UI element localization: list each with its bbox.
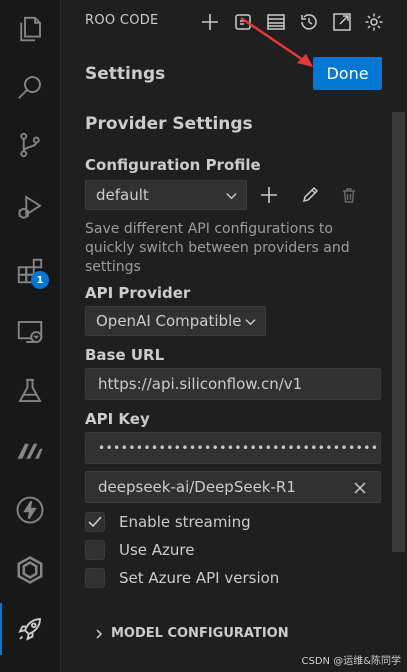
extensions-badge: 1 — [31, 271, 49, 289]
annotation-arrow — [240, 16, 313, 67]
close-icon[interactable] — [354, 482, 366, 494]
remote-explorer-button[interactable] — [0, 303, 60, 361]
m-logo-icon — [17, 443, 43, 459]
roo-code-panel: ROO CODE Settings Done Provider Settings… — [61, 0, 407, 672]
source-control-icon — [20, 132, 40, 158]
configuration-profile-label: Configuration Profile — [85, 156, 261, 174]
api-provider-label: API Provider — [85, 284, 191, 302]
settings-title: Settings — [85, 64, 166, 84]
scrollbar[interactable] — [392, 112, 405, 552]
plus-icon — [261, 187, 277, 203]
testing-button[interactable] — [0, 362, 60, 420]
run-debug-button[interactable] — [0, 178, 60, 236]
api-provider-select[interactable]: OpenAI Compatible — [85, 306, 266, 336]
rocket-icon — [18, 618, 41, 641]
api-key-input[interactable]: •••••••••••••••••••••••••••••••••••••• — [85, 432, 381, 464]
add-profile-button[interactable] — [257, 183, 281, 207]
rename-profile-button[interactable] — [298, 183, 322, 207]
model-configuration-toggle[interactable]: MODEL CONFIGURATION — [93, 626, 289, 641]
search-icon — [18, 76, 41, 99]
hexagon-icon — [17, 556, 43, 584]
azure-api-version-checkbox[interactable] — [85, 568, 105, 588]
m-extension-button[interactable] — [0, 421, 60, 479]
chevron-down-icon — [245, 319, 256, 326]
azure-api-version-option[interactable]: Set Azure API version — [85, 567, 279, 589]
enable-streaming-checkbox[interactable] — [85, 512, 105, 532]
plus-icon — [202, 14, 218, 30]
enable-streaming-label: Enable streaming — [119, 513, 251, 531]
chevron-right-icon — [96, 628, 103, 639]
model-configuration-label: MODEL CONFIGURATION — [111, 626, 289, 641]
configuration-profile-description: Save different API configurations to qui… — [85, 221, 350, 275]
run-debug-icon — [18, 195, 42, 219]
gear-icon — [365, 13, 383, 31]
api-key-label: API Key — [85, 410, 150, 428]
lightning-extension-button[interactable] — [0, 481, 60, 539]
configuration-profile-select[interactable]: default — [85, 180, 247, 210]
enable-streaming-option[interactable]: Enable streaming — [85, 511, 251, 533]
model-id-value: deepseek-ai/DeepSeek-R1 — [98, 478, 296, 496]
source-control-button[interactable] — [0, 116, 60, 174]
trash-icon — [343, 187, 355, 203]
checkmark-icon — [88, 516, 102, 528]
activity-bar: 1 — [0, 0, 61, 672]
settings-button[interactable] — [362, 10, 386, 34]
use-azure-checkbox[interactable] — [85, 540, 105, 560]
panel-title: ROO CODE — [85, 13, 159, 28]
pencil-icon — [302, 186, 319, 203]
hexagon-extension-button[interactable] — [0, 541, 60, 599]
watermark: CSDN @运维&陈同学 — [301, 656, 402, 667]
files-icon — [20, 16, 41, 42]
explorer-button[interactable] — [0, 0, 60, 58]
search-button[interactable] — [0, 58, 60, 116]
popout-button[interactable] — [330, 10, 354, 34]
lightning-icon — [16, 496, 44, 524]
extensions-button[interactable]: 1 — [0, 242, 60, 300]
azure-api-version-label: Set Azure API version — [119, 569, 280, 587]
provider-settings-heading: Provider Settings — [85, 114, 253, 134]
use-azure-option[interactable]: Use Azure — [85, 539, 195, 561]
delete-profile-button[interactable] — [337, 183, 361, 207]
remote-explorer-icon — [17, 321, 43, 343]
base-url-input[interactable]: https://api.siliconflow.cn/v1 — [85, 368, 381, 400]
base-url-label: Base URL — [85, 346, 165, 364]
api-provider-value: OpenAI Compatible — [96, 312, 242, 330]
roo-code-button[interactable] — [0, 599, 60, 659]
testing-icon — [18, 378, 42, 402]
model-id-input[interactable]: deepseek-ai/DeepSeek-R1 — [85, 471, 381, 503]
use-azure-label: Use Azure — [119, 541, 195, 559]
configuration-profile-value: default — [96, 186, 149, 204]
done-button[interactable]: Done — [313, 57, 382, 90]
popout-icon — [333, 13, 351, 31]
chevron-down-icon — [226, 193, 237, 200]
new-task-button[interactable] — [198, 10, 222, 34]
